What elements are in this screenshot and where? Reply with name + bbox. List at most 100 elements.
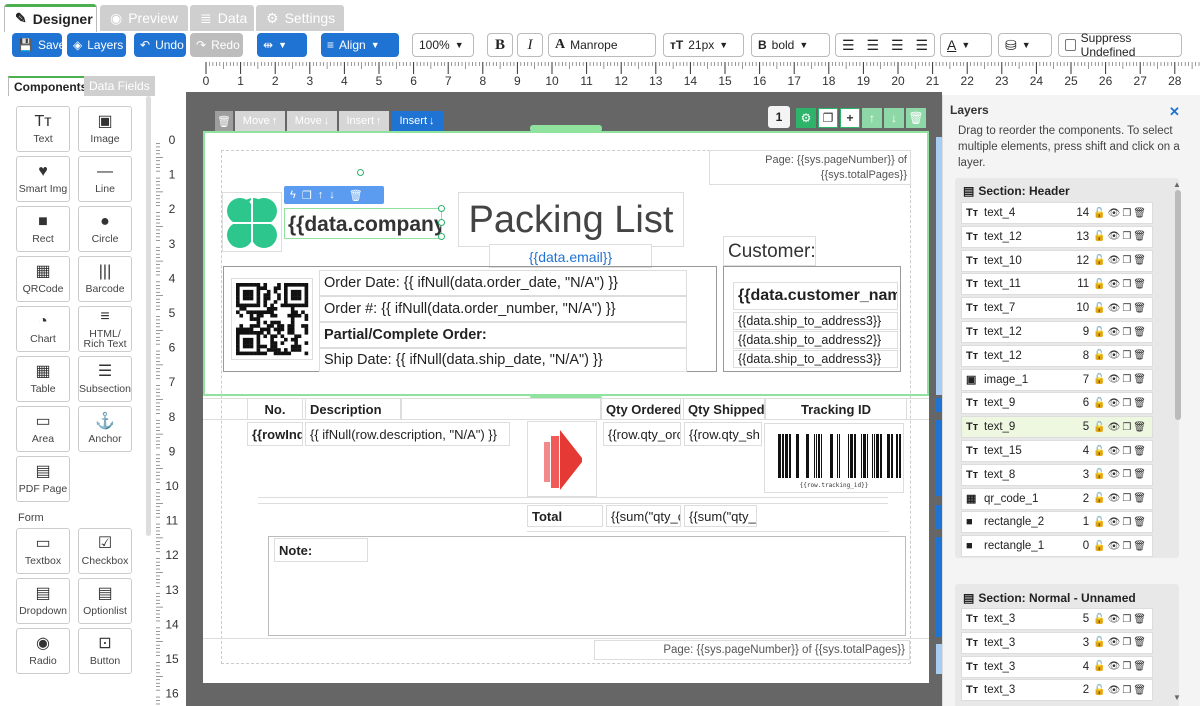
copy-icon[interactable]: ❐ (1122, 469, 1133, 480)
note-label[interactable]: Note: (274, 538, 368, 562)
copy-icon[interactable]: ❐ (1122, 303, 1133, 314)
unlock-icon[interactable]: 🔓 (1093, 327, 1107, 338)
unlock-icon[interactable]: 🔓 (1093, 614, 1107, 625)
copy-icon[interactable]: ❐ (1122, 446, 1133, 457)
eye-icon[interactable]: 👁 (1108, 685, 1123, 696)
layers-button[interactable]: ◈ Layers (67, 33, 126, 57)
layer-item[interactable]: Tт text_3 3 🔓👁❐🗑 (961, 631, 1153, 654)
row-qty-ordered-field[interactable]: {{row.qty_orc (603, 422, 681, 446)
unlock-icon[interactable]: 🔓 (1093, 208, 1107, 219)
bolt-icon[interactable]: ϟ (290, 189, 296, 201)
move-up-button[interactable]: Move ↑ (235, 111, 285, 131)
trash-icon[interactable]: 🗑 (1133, 303, 1148, 314)
unlock-icon[interactable]: 🔓 (1093, 398, 1107, 409)
resize-handle[interactable] (438, 233, 445, 240)
layer-item[interactable]: Tт text_9 6 🔓👁❐🗑 (961, 392, 1153, 415)
layer-item[interactable]: ▦ qr_code_1 2 🔓👁❐🗑 (961, 487, 1153, 510)
order-number-field[interactable]: Order #: {{ ifNull(data.order_number, "N… (319, 296, 687, 322)
ship-address-1-field[interactable]: {{data.ship_to_address3}} (733, 350, 898, 368)
component-circle[interactable]: ● Circle (78, 206, 132, 252)
font-family-select[interactable]: A Manrope (548, 33, 656, 57)
copy-icon[interactable]: ❐ (1122, 350, 1133, 361)
sum-qty-ordered-field[interactable]: {{sum("qty_c (606, 505, 681, 527)
trash-icon[interactable]: 🗑 (1133, 374, 1148, 385)
component-anchor[interactable]: ⚓ Anchor (78, 406, 132, 452)
text-color-select[interactable]: A ▼ (940, 33, 992, 57)
unlock-icon[interactable]: 🔓 (1093, 422, 1107, 433)
layer-item[interactable]: Tт text_10 12 🔓👁❐🗑 (961, 249, 1153, 272)
arrow-up-icon[interactable]: ↑ (318, 189, 324, 201)
suppress-checkbox[interactable] (1065, 39, 1076, 51)
trash-icon[interactable]: 🗑 (1133, 541, 1148, 552)
layer-item[interactable]: ■ rectangle_1 0 🔓👁❐🗑 (961, 535, 1153, 558)
customer-name-field[interactable]: {{data.customer_name}} (733, 282, 898, 310)
page-number-text[interactable]: Page: {{sys.pageNumber}} of {{sys.totalP… (709, 150, 911, 185)
insert-above-button[interactable]: Insert ↑ (339, 111, 389, 131)
layer-item[interactable]: ■ rectangle_2 1 🔓👁❐🗑 (961, 511, 1153, 534)
component-rect[interactable]: ■ Rect (16, 206, 70, 252)
component-dropdown[interactable]: ▤ Dropdown (16, 578, 70, 624)
eye-icon[interactable]: 👁 (1108, 327, 1123, 338)
delete-element-button[interactable]: 🗑 (906, 108, 926, 128)
trash-icon[interactable]: 🗑 (1133, 661, 1148, 672)
tab-settings[interactable]: ⚙ Settings (256, 5, 344, 31)
trash-icon[interactable]: 🗑 (1133, 398, 1148, 409)
eye-icon[interactable]: 👁 (1108, 493, 1123, 504)
unlock-icon[interactable]: 🔓 (1093, 350, 1107, 361)
align-right-icon[interactable]: ☰ (885, 37, 910, 54)
copy-icon[interactable]: ❐ (1122, 255, 1133, 266)
trash-icon[interactable]: 🗑 (1133, 446, 1148, 457)
ship-address-2-field[interactable]: {{data.ship_to_address2}} (733, 331, 898, 349)
col-no-header[interactable]: No. (247, 398, 303, 420)
insert-below-button[interactable]: Insert ↓ (391, 111, 443, 131)
trash-icon[interactable]: 🗑 (1133, 327, 1148, 338)
company-field[interactable]: {{data.company (284, 208, 442, 239)
rotate-handle[interactable] (357, 169, 364, 176)
row-description-field[interactable]: {{ ifNull(row.description, "N/A") }} (305, 422, 510, 446)
email-field[interactable]: {{data.email}} (489, 244, 652, 268)
component-image[interactable]: ▣ Image (78, 106, 132, 152)
delete-section-button[interactable]: 🗑 (215, 111, 233, 131)
align-left-icon[interactable]: ☰ (836, 37, 861, 54)
component-area[interactable]: ▭ Area (16, 406, 70, 452)
customer-label[interactable]: Customer: (723, 236, 816, 266)
resize-handle[interactable] (438, 205, 445, 212)
copy-icon[interactable]: ❐ (1122, 279, 1133, 290)
unlock-icon[interactable]: 🔓 (1093, 541, 1107, 552)
trash-icon[interactable]: 🗑 (1133, 231, 1148, 242)
bold-button[interactable]: B (487, 33, 513, 57)
component-textbox[interactable]: ▭ Textbox (16, 528, 70, 574)
layer-item[interactable]: Tт text_12 9 🔓👁❐🗑 (961, 321, 1153, 343)
copy-icon[interactable]: ❐ (1122, 374, 1133, 385)
copy-icon[interactable]: ❐ (1122, 231, 1133, 242)
trash-icon[interactable]: 🗑 (1133, 279, 1148, 290)
eye-icon[interactable]: 👁 (1108, 350, 1123, 361)
component-button[interactable]: ⊡ Button (78, 628, 132, 674)
unlock-icon[interactable]: 🔓 (1093, 517, 1107, 528)
trash-icon[interactable]: 🗑 (1133, 614, 1148, 625)
copy-icon[interactable]: ❐ (1122, 517, 1133, 528)
add-button[interactable]: + (840, 108, 860, 128)
layer-item[interactable]: Tт text_12 8 🔓👁❐🗑 (961, 344, 1153, 367)
col-qty-ordered-header[interactable]: Qty Ordered (601, 398, 681, 420)
unlock-icon[interactable]: 🔓 (1093, 446, 1107, 457)
unlock-icon[interactable]: 🔓 (1093, 231, 1107, 242)
unlock-icon[interactable]: 🔓 (1093, 469, 1107, 480)
copy-icon[interactable]: ❐ (1122, 327, 1133, 338)
unlock-icon[interactable]: 🔓 (1093, 637, 1107, 648)
trash-icon[interactable]: 🗑 (1133, 350, 1148, 361)
row-image[interactable] (527, 421, 597, 497)
settings-button[interactable]: ⚙ (796, 108, 816, 128)
font-weight-select[interactable]: Bbold ▼ (751, 33, 830, 57)
italic-button[interactable]: I (517, 33, 543, 57)
trash-icon[interactable]: 🗑 (349, 189, 363, 202)
eye-icon[interactable]: 👁 (1108, 614, 1123, 625)
layers-scrollbar[interactable] (1175, 190, 1181, 420)
trash-icon[interactable]: 🗑 (1133, 469, 1148, 480)
col-qty-shipped-header[interactable]: Qty Shipped (683, 398, 765, 420)
suppress-undefined-toggle[interactable]: Suppress Undefined (1058, 31, 1182, 59)
col-tracking-header[interactable]: Tracking ID (765, 398, 907, 420)
unlock-icon[interactable]: 🔓 (1093, 374, 1107, 385)
align-center-icon[interactable]: ☰ (861, 37, 886, 54)
copy-icon[interactable]: ❐ (1122, 398, 1133, 409)
